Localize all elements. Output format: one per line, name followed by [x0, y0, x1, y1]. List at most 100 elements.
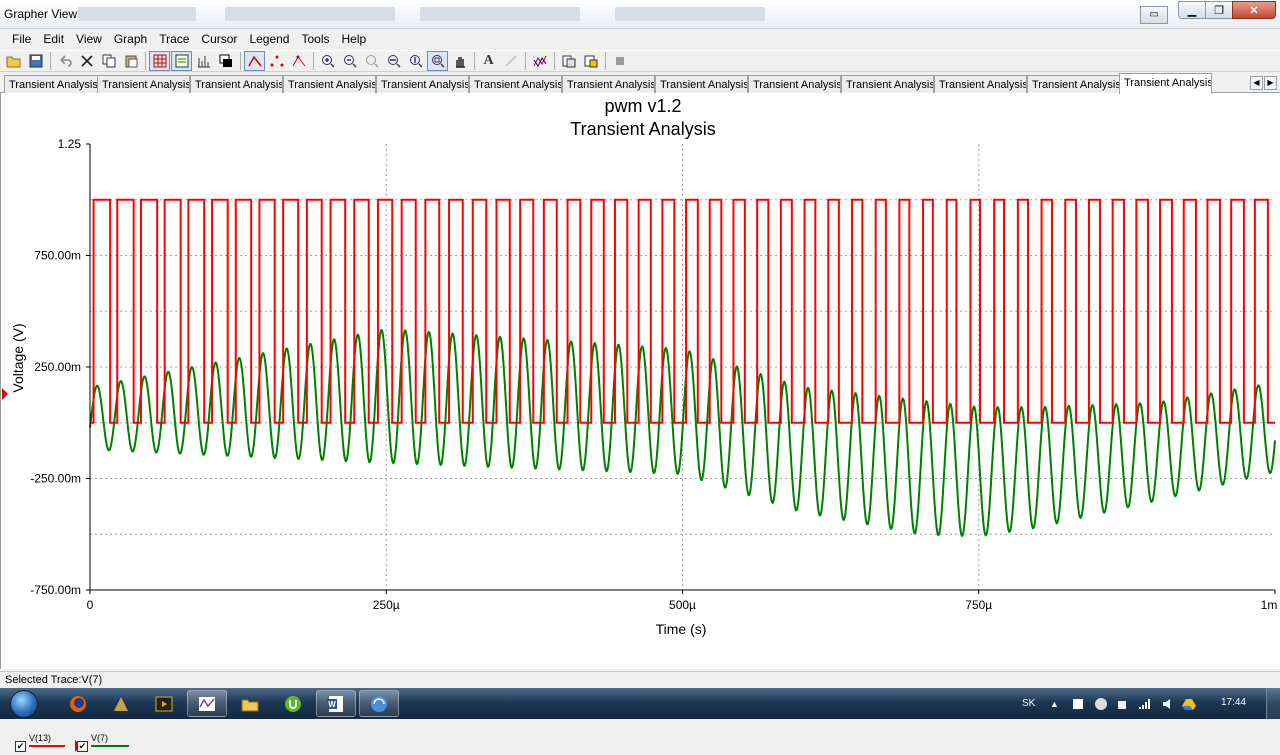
- minimize-button[interactable]: ▁: [1178, 1, 1206, 19]
- overlay-icon[interactable]: [215, 51, 236, 71]
- menu-legend[interactable]: Legend: [243, 29, 295, 49]
- trace-steps-icon[interactable]: [288, 51, 309, 71]
- export-icon[interactable]: [558, 51, 579, 71]
- export-data-icon[interactable]: [580, 51, 601, 71]
- cursor-dim-icon[interactable]: [500, 51, 521, 71]
- explorer-icon[interactable]: [230, 690, 270, 717]
- text-icon[interactable]: A: [478, 51, 499, 71]
- trace-line-icon[interactable]: [244, 51, 265, 71]
- tab-transient-analysis-active[interactable]: Transient Analysis: [1119, 73, 1212, 94]
- y-tick-label: -250.00m: [30, 472, 81, 486]
- merge-traces-icon[interactable]: [529, 51, 550, 71]
- background-window-ghost: [225, 7, 395, 21]
- y-tick-label: -750.00m: [30, 583, 81, 597]
- tab-transient-analysis[interactable]: Transient Analysis: [934, 75, 1027, 93]
- menu-trace[interactable]: Trace: [153, 29, 195, 49]
- tab-transient-analysis[interactable]: Transient Analysis: [97, 75, 190, 93]
- tab-transient-analysis[interactable]: Transient Analysis: [1027, 75, 1120, 93]
- cut-icon[interactable]: [76, 51, 97, 71]
- zoom-y-icon[interactable]: [405, 51, 426, 71]
- x-tick-label: 750µ: [965, 598, 992, 612]
- tab-transient-analysis[interactable]: Transient Analysis: [469, 75, 562, 93]
- legend-label: V(13): [29, 733, 52, 743]
- menu-bar: File Edit View Graph Trace Cursor Legend…: [0, 29, 1280, 49]
- start-button[interactable]: [3, 688, 45, 719]
- background-window-ghost: [78, 7, 196, 21]
- maximize-button[interactable]: ❐: [1205, 1, 1233, 19]
- analysis-tabs: Transient Analysis Transient Analysis Tr…: [0, 73, 1280, 94]
- zoom-x-icon[interactable]: [383, 51, 404, 71]
- tab-transient-analysis[interactable]: Transient Analysis: [376, 75, 469, 93]
- axes: 1.25 750.00m 250.00m -250.00m -750.00m 0 250µ 5…: [30, 137, 1277, 612]
- legend-icon[interactable]: [171, 51, 192, 71]
- volume-icon[interactable]: [1162, 688, 1176, 719]
- open-icon[interactable]: [3, 51, 24, 71]
- tab-transient-analysis[interactable]: Transient Analysis: [283, 75, 376, 93]
- histogram-icon[interactable]: [193, 51, 214, 71]
- clock[interactable]: 17:44: [1221, 697, 1246, 708]
- y-axis-label: Voltage (V): [10, 323, 26, 392]
- x-tick-label: 250µ: [373, 598, 400, 612]
- tab-transient-analysis[interactable]: Transient Analysis: [190, 75, 283, 93]
- y-tick-label: 250.00m: [34, 360, 81, 374]
- tab-transient-analysis[interactable]: Transient Analysis: [748, 75, 841, 93]
- network-icon[interactable]: [359, 690, 399, 717]
- menu-view[interactable]: View: [70, 29, 108, 49]
- menu-cursor[interactable]: Cursor: [195, 29, 243, 49]
- legend-swatch: [91, 745, 129, 747]
- status-bar: Selected Trace:V(7): [0, 671, 1280, 688]
- legend-checkbox[interactable]: ✔: [15, 741, 26, 752]
- pan-icon[interactable]: [449, 51, 470, 71]
- chart-title: pwm v1.2: [604, 96, 681, 116]
- tray-icon[interactable]: [1116, 688, 1128, 719]
- zoom-in-icon[interactable]: [317, 51, 338, 71]
- copy-icon[interactable]: [98, 51, 119, 71]
- legend-swatch: [29, 745, 65, 747]
- zoom-area-icon[interactable]: [427, 51, 448, 71]
- close-button[interactable]: ✕: [1232, 1, 1276, 19]
- chart-subtitle: Transient Analysis: [570, 119, 715, 139]
- grid-icon[interactable]: [149, 51, 170, 71]
- legend-label: V(7): [91, 733, 109, 743]
- tab-transient-analysis[interactable]: Transient Analysis: [562, 75, 655, 93]
- undo-icon[interactable]: [54, 51, 75, 71]
- menu-tools[interactable]: Tools: [295, 29, 335, 49]
- tab-scroll-right-icon[interactable]: ▶: [1264, 76, 1277, 90]
- word-icon[interactable]: W: [316, 690, 356, 717]
- graph-area[interactable]: 1.25 750.00m 250.00m -250.00m -750.00m 0 250µ 5…: [0, 93, 1280, 752]
- tray-icon[interactable]: [1072, 688, 1084, 719]
- trace-dots-icon[interactable]: [266, 51, 287, 71]
- menu-help[interactable]: Help: [336, 29, 373, 49]
- tab-scroll-left-icon[interactable]: ◀: [1250, 76, 1263, 90]
- show-desktop-button[interactable]: [1266, 688, 1280, 719]
- grapher-icon[interactable]: [187, 690, 227, 717]
- legend-checkbox[interactable]: ✔: [77, 741, 88, 752]
- menu-graph[interactable]: Graph: [108, 29, 153, 49]
- zoom-out-icon[interactable]: [339, 51, 360, 71]
- menu-file[interactable]: File: [6, 29, 37, 49]
- save-icon[interactable]: [25, 51, 46, 71]
- x-tick-label: 500µ: [669, 598, 696, 612]
- tray-expand-icon[interactable]: ▲: [1050, 688, 1059, 719]
- background-window-ghost: [420, 7, 580, 21]
- toolbar: A: [0, 50, 1280, 72]
- window-titlebar: Grapher View ▭ ▁ ❐ ✕: [0, 0, 1280, 29]
- tray-icon[interactable]: [1094, 688, 1108, 719]
- background-window-ghost: [615, 7, 765, 21]
- paste-icon[interactable]: [120, 51, 141, 71]
- utorrent-icon[interactable]: [273, 690, 313, 717]
- transient-plot[interactable]: 1.25 750.00m 250.00m -250.00m -750.00m 0 250µ 5…: [1, 93, 1280, 669]
- app-icon[interactable]: [101, 690, 141, 717]
- tab-transient-analysis[interactable]: Transient Analysis: [655, 75, 748, 93]
- media-icon[interactable]: [144, 690, 184, 717]
- zoom-fit-icon[interactable]: [361, 51, 382, 71]
- firefox-icon[interactable]: [58, 690, 98, 717]
- menu-edit[interactable]: Edit: [37, 29, 70, 49]
- language-indicator[interactable]: SK: [1022, 688, 1035, 719]
- google-drive-icon[interactable]: [1182, 688, 1196, 719]
- stop-icon[interactable]: [609, 51, 630, 71]
- tab-transient-analysis[interactable]: Transient Analysis: [841, 75, 934, 93]
- tab-transient-analysis[interactable]: Transient Analysis: [4, 75, 98, 93]
- signal-icon[interactable]: [1138, 688, 1152, 719]
- restore-small-button[interactable]: ▭: [1140, 6, 1168, 24]
